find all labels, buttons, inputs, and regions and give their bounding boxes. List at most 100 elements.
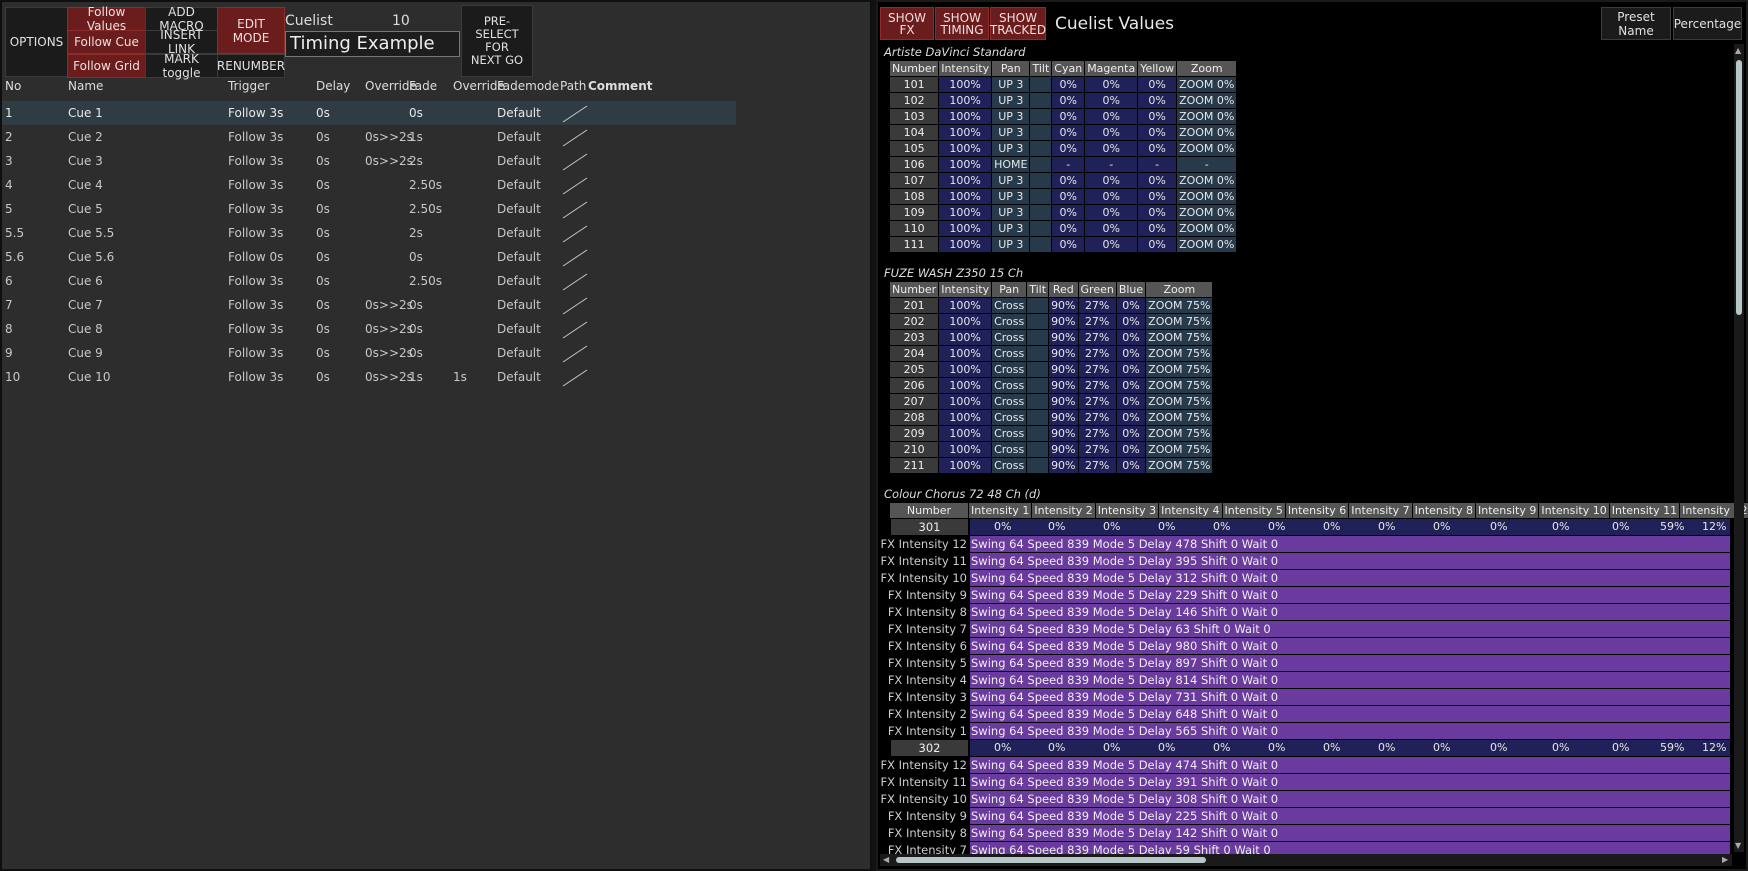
fixture-row[interactable]: 110 100% UP 3 0% 0% 0% ZOOM 0%	[888, 220, 1238, 237]
fixture-number-cell[interactable]: 302	[891, 740, 968, 756]
fx-value-row[interactable]: Swing 64 Speed 839 Mode 5 Delay 565 Shif…	[970, 723, 1730, 739]
cue-row[interactable]: 5.6 Cue 5.6 Follow 0s 0s 0s Default	[2, 245, 736, 269]
fx-value-row[interactable]: Swing 64 Speed 839 Mode 5 Delay 63 Shift…	[970, 621, 1730, 637]
mark-toggle-button[interactable]: MARK toggle	[145, 52, 218, 80]
scroll-up-arrow-icon[interactable]: ▲	[1735, 46, 1741, 55]
fixture-row[interactable]: 102 100% UP 3 0% 0% 0% ZOOM 0%	[888, 92, 1238, 109]
fixture-row[interactable]: 109 100% UP 3 0% 0% 0% ZOOM 0%	[888, 204, 1238, 221]
fixture-row[interactable]: 108 100% UP 3 0% 0% 0% ZOOM 0%	[888, 188, 1238, 205]
follow-values-button[interactable]: Follow Values	[67, 5, 146, 33]
fx-value-row[interactable]: Swing 64 Speed 839 Mode 5 Delay 474 Shif…	[970, 757, 1730, 773]
column-header[interactable]: Intensity 7	[1348, 502, 1413, 519]
fx-value-row[interactable]: Swing 64 Speed 839 Mode 5 Delay 308 Shif…	[970, 791, 1730, 807]
column-header[interactable]: Intensity 4	[1158, 502, 1223, 519]
col-header-name[interactable]: Name	[68, 79, 103, 93]
cue-row[interactable]: 9 Cue 9 Follow 3s 0s 0s>>2s 0s Default	[2, 341, 736, 365]
fixture-row[interactable]: 104 100% UP 3 0% 0% 0% ZOOM 0%	[888, 124, 1238, 141]
preset-name-button[interactable]: Preset Name	[1601, 7, 1671, 40]
fixture-row[interactable]: 201 100% Cross 90% 27% 0% ZOOM 75%	[888, 297, 1214, 314]
col-header-trigger[interactable]: Trigger	[228, 79, 269, 93]
column-header[interactable]: Intensity 6	[1284, 502, 1350, 519]
show-tracked-button[interactable]: SHOW TRACKED	[990, 7, 1046, 40]
vertical-scroll-thumb[interactable]	[1736, 60, 1742, 315]
scroll-left-arrow-icon[interactable]: ◀	[883, 855, 889, 864]
follow-cue-button[interactable]: Follow Cue	[67, 30, 146, 54]
column-header[interactable]: Yellow	[1137, 60, 1178, 77]
column-header[interactable]: Number	[888, 281, 940, 298]
preselect-next-go-button[interactable]: PRE-SELECT FOR NEXT GO	[461, 5, 533, 77]
cue-row[interactable]: 10 Cue 10 Follow 3s 0s 0s>>2s 1s 1s Default	[2, 365, 736, 389]
column-header[interactable]: Intensity 8	[1411, 502, 1477, 519]
column-header[interactable]: Pan	[991, 60, 1031, 77]
col-header-no[interactable]: No	[5, 79, 21, 93]
fixture-row[interactable]: 101 100% UP 3 0% 0% 0% ZOOM 0%	[888, 76, 1238, 93]
fx-value-row[interactable]: Swing 64 Speed 839 Mode 5 Delay 980 Shif…	[970, 638, 1730, 654]
column-header[interactable]: Blue	[1115, 281, 1147, 298]
fx-value-row[interactable]: Swing 64 Speed 839 Mode 5 Delay 229 Shif…	[970, 587, 1730, 603]
show-timing-button[interactable]: SHOW TIMING	[935, 7, 989, 40]
scroll-right-arrow-icon[interactable]: ▶	[1722, 855, 1728, 864]
follow-grid-button[interactable]: Follow Grid	[67, 54, 146, 78]
column-header[interactable]: Intensity 1	[967, 502, 1033, 519]
options-button[interactable]: OPTIONS	[5, 7, 68, 77]
column-header[interactable]: Intensity 9	[1474, 502, 1540, 519]
fixture-row[interactable]: 205 100% Cross 90% 27% 0% ZOOM 75%	[888, 361, 1214, 378]
column-header[interactable]: Intensity 5	[1221, 502, 1286, 519]
fixture-row[interactable]: 202 100% Cross 90% 27% 0% ZOOM 75%	[888, 313, 1214, 330]
column-header[interactable]: Cyan	[1051, 60, 1086, 77]
fixture-row[interactable]: 107 100% UP 3 0% 0% 0% ZOOM 0%	[888, 172, 1238, 189]
horizontal-scroll-thumb[interactable]	[896, 857, 1206, 863]
show-fx-button[interactable]: SHOW FX	[880, 7, 934, 40]
fx-value-row[interactable]: Swing 64 Speed 839 Mode 5 Delay 814 Shif…	[970, 672, 1730, 688]
fixture-row[interactable]: 211 100% Cross 90% 27% 0% ZOOM 75%	[888, 457, 1214, 474]
col-header-comment[interactable]: Comment	[588, 79, 652, 93]
column-header[interactable]: Intensity 3	[1094, 502, 1160, 519]
cue-row[interactable]: 7 Cue 7 Follow 3s 0s 0s>>2s 0s Default	[2, 293, 736, 317]
column-header[interactable]: Intensity	[938, 60, 993, 77]
column-header[interactable]: Intensity	[938, 281, 993, 298]
fixture-row[interactable]: 208 100% Cross 90% 27% 0% ZOOM 75%	[888, 409, 1214, 426]
fx-value-row[interactable]: Swing 64 Speed 839 Mode 5 Delay 731 Shif…	[970, 689, 1730, 705]
column-header[interactable]: Tilt	[1026, 281, 1050, 298]
cuelist-name-field[interactable]: Timing Example	[285, 31, 460, 57]
fx-value-row[interactable]: Swing 64 Speed 839 Mode 5 Delay 312 Shif…	[970, 570, 1730, 586]
fixture-row[interactable]: 210 100% Cross 90% 27% 0% ZOOM 75%	[888, 441, 1214, 458]
fx-value-row[interactable]: Swing 64 Speed 839 Mode 5 Delay 648 Shif…	[970, 706, 1730, 722]
col-header-fademode[interactable]: Fademode	[497, 79, 559, 93]
fx-value-row[interactable]: Swing 64 Speed 839 Mode 5 Delay 391 Shif…	[970, 774, 1730, 790]
col-header-delay[interactable]: Delay	[316, 79, 350, 93]
fx-value-row[interactable]: Swing 64 Speed 839 Mode 5 Delay 897 Shif…	[970, 655, 1730, 671]
fx-value-row[interactable]: Swing 64 Speed 839 Mode 5 Delay 225 Shif…	[970, 808, 1730, 824]
column-header[interactable]: Zoom	[1176, 60, 1238, 77]
column-header[interactable]: Intensity 2	[1031, 502, 1096, 519]
insert-link-button[interactable]: INSERT LINK	[145, 28, 218, 56]
column-header[interactable]: Green	[1077, 281, 1117, 298]
column-header[interactable]: Tilt	[1029, 60, 1053, 77]
column-header[interactable]: Intensity 11	[1608, 502, 1681, 519]
edit-mode-button[interactable]: EDIT MODE	[217, 7, 285, 54]
fixture-row[interactable]: 111 100% UP 3 0% 0% 0% ZOOM 0%	[888, 236, 1238, 253]
cue-row[interactable]: 1 Cue 1 Follow 3s 0s 0s Default	[2, 101, 736, 125]
col-header-path[interactable]: Path	[560, 79, 586, 93]
cue-row[interactable]: 4 Cue 4 Follow 3s 0s 2.50s Default	[2, 173, 736, 197]
fixture-row[interactable]: 203 100% Cross 90% 27% 0% ZOOM 75%	[888, 329, 1214, 346]
column-header[interactable]: Red	[1048, 281, 1079, 298]
column-header[interactable]: Number	[889, 502, 969, 519]
percentage-button[interactable]: Percentage	[1673, 7, 1742, 40]
cue-row[interactable]: 2 Cue 2 Follow 3s 0s 0s>>2s 1s Default	[2, 125, 736, 149]
cue-row[interactable]: 6 Cue 6 Follow 3s 0s 2.50s Default	[2, 269, 736, 293]
col-header-fade[interactable]: Fade	[409, 79, 437, 93]
fixture-row[interactable]: 105 100% UP 3 0% 0% 0% ZOOM 0%	[888, 140, 1238, 157]
cue-row[interactable]: 8 Cue 8 Follow 3s 0s 0s>>2s 0s Default	[2, 317, 736, 341]
column-header[interactable]: Zoom	[1145, 281, 1214, 298]
scroll-down-arrow-icon[interactable]: ▼	[1735, 841, 1741, 850]
fixture-row[interactable]: 103 100% UP 3 0% 0% 0% ZOOM 0%	[888, 108, 1238, 125]
renumber-button[interactable]: RENUMBER	[217, 54, 285, 78]
fixture-row[interactable]: 106 100% HOME - - - -	[888, 156, 1238, 173]
fx-value-row[interactable]: Swing 64 Speed 839 Mode 5 Delay 478 Shif…	[970, 536, 1730, 552]
cue-row[interactable]: 5.5 Cue 5.5 Follow 3s 0s 2s Default	[2, 221, 736, 245]
column-header[interactable]: Intensity 10	[1538, 502, 1610, 519]
fx-value-row[interactable]: Swing 64 Speed 839 Mode 5 Delay 146 Shif…	[970, 604, 1730, 620]
fixture-row[interactable]: 204 100% Cross 90% 27% 0% ZOOM 75%	[888, 345, 1214, 362]
column-header[interactable]: Number	[888, 60, 940, 77]
